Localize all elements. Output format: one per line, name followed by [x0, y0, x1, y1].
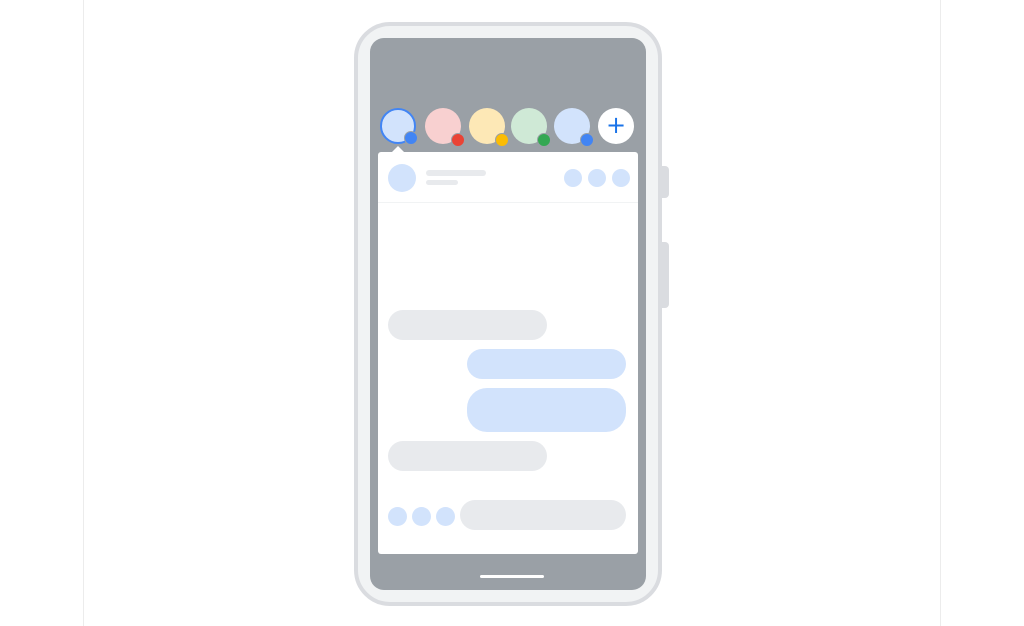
- bubble-badge: [451, 133, 465, 147]
- chat-bubble-1[interactable]: [380, 108, 418, 145]
- frame-divider-right: [940, 0, 941, 626]
- phone-power-button: [662, 166, 669, 198]
- contact-name-placeholder: [426, 170, 486, 176]
- phone-volume-button: [662, 242, 669, 308]
- chat-bubble-2[interactable]: [425, 108, 465, 147]
- bubble-badge: [580, 133, 594, 147]
- header-action-2-icon[interactable]: [588, 169, 606, 187]
- chat-bubble-3[interactable]: [469, 108, 509, 147]
- add-bubble-button[interactable]: +: [598, 108, 634, 144]
- contact-status-placeholder: [426, 180, 458, 185]
- message-input[interactable]: [460, 500, 626, 530]
- compose-action-1-icon[interactable]: [388, 507, 407, 526]
- chat-bubble-4[interactable]: [511, 108, 551, 147]
- phone-screen: +: [370, 38, 646, 590]
- message-incoming: [388, 310, 547, 340]
- frame-divider-left: [83, 0, 84, 626]
- conversation-header: [378, 152, 638, 203]
- gesture-home-bar[interactable]: [480, 575, 544, 578]
- bubble-badge: [537, 133, 551, 147]
- plus-icon: +: [605, 111, 627, 139]
- bubble-badge: [404, 131, 418, 145]
- compose-action-2-icon[interactable]: [412, 507, 431, 526]
- message-outgoing: [467, 388, 626, 432]
- header-action-3-icon[interactable]: [612, 169, 630, 187]
- bubble-badge: [495, 133, 509, 147]
- contact-avatar: [388, 164, 416, 192]
- header-action-1-icon[interactable]: [564, 169, 582, 187]
- message-incoming: [388, 441, 547, 471]
- compose-action-3-icon[interactable]: [436, 507, 455, 526]
- chat-bubble-5[interactable]: [554, 108, 594, 147]
- conversation-panel: [378, 152, 638, 554]
- message-outgoing: [467, 349, 626, 379]
